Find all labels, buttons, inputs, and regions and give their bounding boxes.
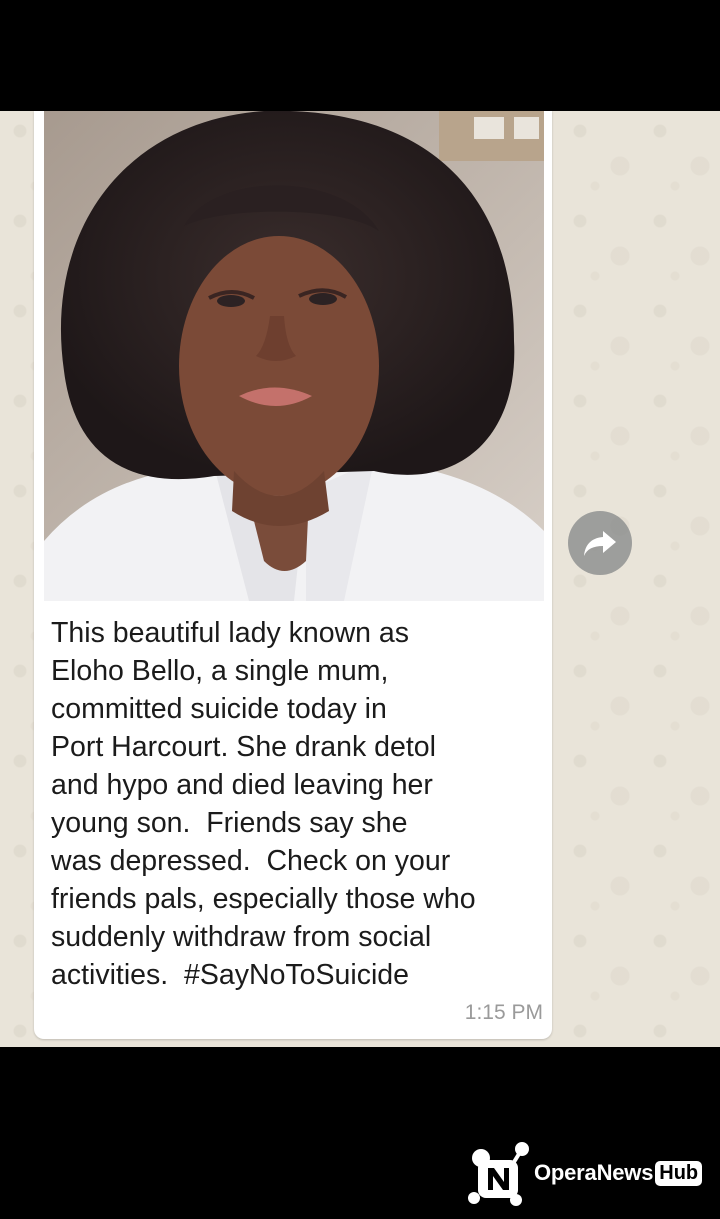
forward-button[interactable] (568, 511, 632, 575)
message-timestamp: 1:15 PM (464, 1001, 543, 1024)
forward-arrow-icon (584, 531, 616, 556)
photo-illustration (44, 111, 544, 601)
chat-area[interactable]: This beautiful lady known as Eloho Bello… (0, 111, 720, 1047)
operanews-logo-icon (468, 1142, 529, 1206)
operanews-watermark: OperaNews Hub (466, 1138, 703, 1208)
message-bubble[interactable]: This beautiful lady known as Eloho Bello… (34, 111, 552, 1039)
message-photo[interactable] (44, 111, 544, 601)
brand-hub-badge: Hub (655, 1160, 703, 1186)
top-black-bar (0, 0, 720, 111)
message-caption: This beautiful lady known as Eloho Bello… (51, 617, 476, 991)
brand-name: OperaNews (534, 1160, 654, 1185)
